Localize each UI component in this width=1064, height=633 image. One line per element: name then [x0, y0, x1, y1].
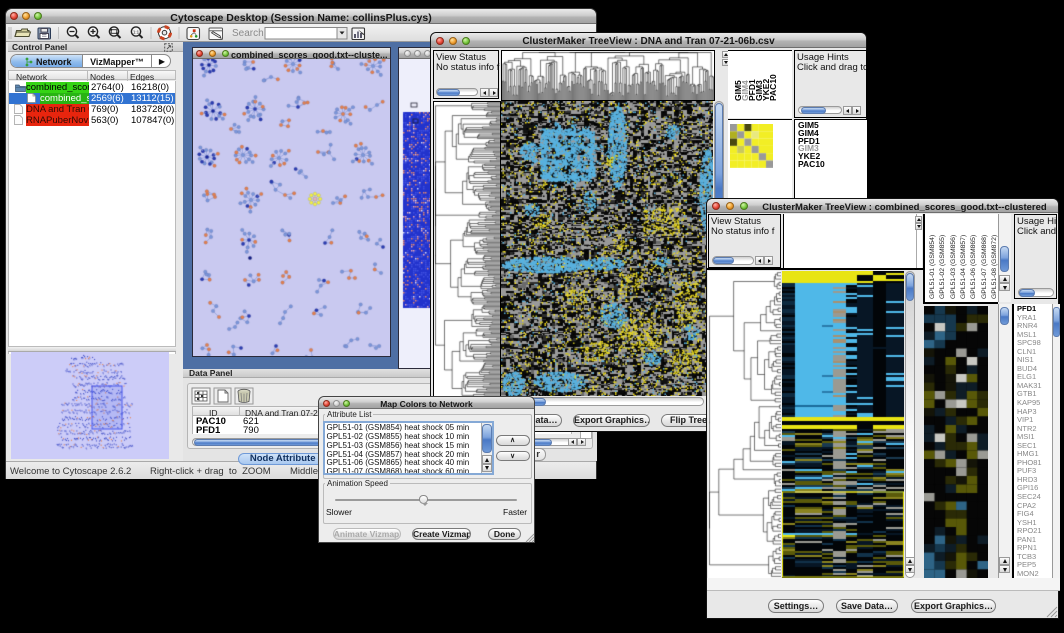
svg-text:Search:: Search: [232, 28, 266, 39]
svg-text:1:1: 1:1 [133, 30, 140, 35]
